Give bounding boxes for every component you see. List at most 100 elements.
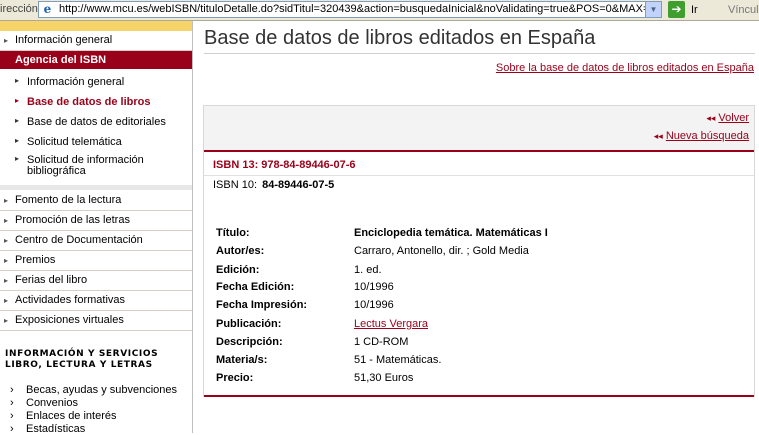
field-label-autores: Autor/es: xyxy=(216,245,265,257)
arrow-right-icon: ▸ xyxy=(15,76,20,85)
arrow-right-icon: ▸ xyxy=(15,136,20,145)
nav-section-agencia-isbn[interactable]: Agencia del ISBN xyxy=(0,51,192,69)
arrow-right-icon: ▸ xyxy=(4,196,9,205)
nav-item-label: Centro de Documentación xyxy=(15,234,143,246)
record-top-rule xyxy=(204,150,754,152)
subnav-item-solicitud-telematica[interactable]: ▸ Solicitud telemática xyxy=(0,133,192,153)
nav-item-centro-documentacion[interactable]: ▸ Centro de Documentación xyxy=(0,231,192,251)
new-search-link-label: Nueva búsqueda xyxy=(665,130,749,142)
nav-separator xyxy=(0,185,192,190)
title-divider xyxy=(204,53,755,54)
info-services-heading: INFORMACIÓN Y SERVICIOS LIBRO, LECTURA Y… xyxy=(5,349,159,370)
subnav-item-label: Solicitud de información bibliográfica xyxy=(27,154,144,177)
field-label-fecha-edicion: Fecha Edición: xyxy=(216,281,295,293)
arrow-right-icon: ▸ xyxy=(4,236,9,245)
arrow-right-icon: ▸ xyxy=(4,256,9,265)
double-left-arrow-icon: ◂◂ xyxy=(706,113,716,123)
new-search-link[interactable]: ◂◂ Nueva búsqueda xyxy=(654,130,749,142)
nav-section-label: Agencia del ISBN xyxy=(15,54,107,66)
subnav-item-solicitud-informacion[interactable]: ▸ Solicitud de información bibliográfica xyxy=(0,153,192,183)
info-link-becas[interactable]: › Becas, ayudas y subvenciones xyxy=(10,384,177,396)
nav-item-informacion-general[interactable]: ▸ Información general xyxy=(0,31,192,51)
nav-item-label: Información general xyxy=(15,34,113,46)
back-link[interactable]: ◂◂ Volver xyxy=(706,112,749,124)
field-value-fecha-edicion: 10/1996 xyxy=(354,281,394,293)
nav-item-premios[interactable]: ▸ Premios xyxy=(0,251,192,271)
nav-item-exposiciones-virtuales[interactable]: ▸ Exposiciones virtuales xyxy=(0,311,192,331)
arrow-right-icon: › xyxy=(10,423,14,435)
field-label-materias: Materia/s: xyxy=(216,354,268,366)
info-link-convenios[interactable]: › Convenios xyxy=(10,397,78,409)
arrow-right-icon: › xyxy=(10,397,14,409)
isbn13-heading: ISBN 13: 978-84-89446-07-6 xyxy=(213,159,356,171)
address-bar: irección e http://www.mcu.es/webISBN/tit… xyxy=(0,0,759,21)
links-toolbar-label[interactable]: Vínculo xyxy=(728,4,759,16)
go-arrow-icon[interactable]: ➔ xyxy=(668,1,685,18)
subnav-item-label: Solicitud telemática xyxy=(27,136,122,148)
left-navigation: ▸ Información general Agencia del ISBN ▸… xyxy=(0,21,192,435)
field-label-publicacion: Publicación: xyxy=(216,318,282,330)
arrow-right-icon: ▸ xyxy=(4,276,9,285)
about-database-link[interactable]: Sobre la base de datos de libros editado… xyxy=(496,62,754,74)
field-value-materias: 51 - Matemáticas. xyxy=(354,354,442,366)
page-title: Base de datos de libros editados en Espa… xyxy=(204,27,596,49)
nav-top-strip xyxy=(0,21,192,31)
url-text: http://www.mcu.es/webISBN/tituloDetalle.… xyxy=(59,3,650,15)
chevron-down-icon[interactable]: ▼ xyxy=(645,2,661,17)
nav-item-actividades-formativas[interactable]: ▸ Actividades formativas xyxy=(0,291,192,311)
info-link-label: Becas, ayudas y subvenciones xyxy=(26,384,178,396)
field-label-edicion: Edición: xyxy=(216,264,260,276)
nav-item-fomento-lectura[interactable]: ▸ Fomento de la lectura xyxy=(0,191,192,211)
subnav-item-informacion-general[interactable]: ▸ Información general xyxy=(0,73,192,93)
subnav-item-base-datos-editoriales[interactable]: ▸ Base de datos de editoriales xyxy=(0,113,192,133)
url-input[interactable]: e http://www.mcu.es/webISBN/tituloDetall… xyxy=(38,1,662,18)
subnav-item-base-datos-libros[interactable]: ▸ Base de datos de libros xyxy=(0,93,192,113)
isbn10-label: ISBN 10: xyxy=(213,179,258,191)
nav-divider xyxy=(192,21,193,433)
double-left-arrow-icon: ◂◂ xyxy=(653,131,663,141)
field-value-precio: 51,30 Euros xyxy=(354,372,414,384)
back-link-label: Volver xyxy=(718,112,749,124)
field-value-titulo: Enciclopedia temática. Matemáticas I xyxy=(354,227,548,239)
field-label-precio: Precio: xyxy=(216,372,254,384)
field-label-fecha-impresion: Fecha Impresión: xyxy=(216,299,308,311)
info-link-enlaces[interactable]: › Enlaces de interés xyxy=(10,410,117,422)
arrow-right-icon: ▸ xyxy=(4,316,9,325)
arrow-right-icon: ▸ xyxy=(15,154,20,163)
info-link-label: Estadísticas xyxy=(26,423,86,435)
record-bottom-rule xyxy=(204,395,754,397)
arrow-right-icon: ▸ xyxy=(15,96,20,105)
nav-item-label: Exposiciones virtuales xyxy=(15,314,124,326)
isbn10-line: ISBN 10: 84-89446-07-5 xyxy=(213,179,334,191)
isbn-divider xyxy=(204,175,754,176)
go-button[interactable]: Ir xyxy=(691,4,698,16)
nav-item-label: Ferias del libro xyxy=(15,274,88,286)
subnav-item-label: Base de datos de editoriales xyxy=(27,116,166,128)
field-label-titulo: Título: xyxy=(216,227,250,239)
field-value-fecha-impresion: 10/1996 xyxy=(354,299,394,311)
isbn10-value: 84-89446-07-5 xyxy=(262,179,335,191)
arrow-right-icon: ▸ xyxy=(4,36,9,45)
info-link-estadisticas[interactable]: › Estadísticas xyxy=(10,423,85,435)
arrow-right-icon: ▸ xyxy=(4,216,9,225)
nav-item-label: Promoción de las letras xyxy=(15,214,130,226)
nav-item-ferias-libro[interactable]: ▸ Ferias del libro xyxy=(0,271,192,291)
nav-item-promocion-letras[interactable]: ▸ Promoción de las letras xyxy=(0,211,192,231)
info-link-label: Enlaces de interés xyxy=(26,410,117,422)
field-value-autores: Carraro, Antonello, dir. ; Gold Media xyxy=(354,245,529,257)
subnav-item-label: Información general xyxy=(27,76,125,88)
nav-item-label: Premios xyxy=(15,254,56,266)
field-value-descripcion: 1 CD-ROM xyxy=(354,336,409,348)
arrow-right-icon: › xyxy=(10,384,14,396)
arrow-right-icon: ▸ xyxy=(4,296,9,305)
arrow-right-icon: › xyxy=(10,410,14,422)
nav-item-label: Fomento de la lectura xyxy=(15,194,122,206)
result-actions-bar xyxy=(204,106,754,151)
ie-page-icon: e xyxy=(43,2,52,16)
nav-item-label: Actividades formativas xyxy=(15,294,126,306)
subnav-item-label: Base de datos de libros xyxy=(27,96,151,108)
arrow-right-icon: ▸ xyxy=(15,116,20,125)
publisher-link[interactable]: Lectus Vergara xyxy=(354,318,428,330)
field-label-descripcion: Descripción: xyxy=(216,336,283,348)
field-value-edicion: 1. ed. xyxy=(354,264,382,276)
